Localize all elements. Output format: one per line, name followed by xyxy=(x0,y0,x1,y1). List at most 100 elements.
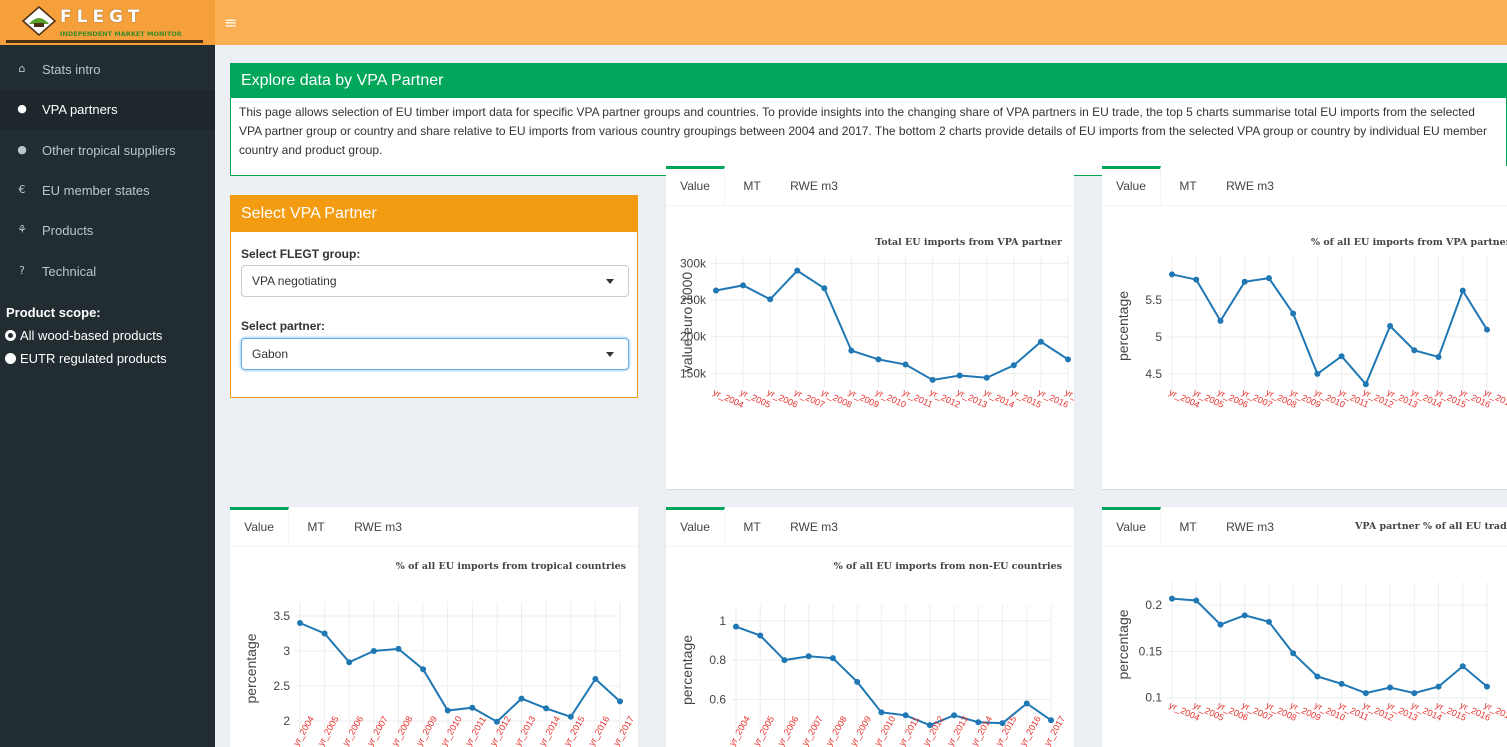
data-point xyxy=(854,678,861,685)
flegt-group-label: Select FLEGT group: xyxy=(241,247,361,261)
logo-subtitle: INDEPENDENT MARKET MONITOR xyxy=(60,30,182,38)
line-chart: 0.10.150.2percentageyr_2004yr_2005yr_200… xyxy=(1115,582,1507,723)
x-tick-label: yr_2008 xyxy=(824,714,849,747)
line-chart: 4.555.5percentageyr_2004yr_2005yr_2006yr… xyxy=(1115,256,1507,410)
product-scope-heading: Product scope: xyxy=(6,305,101,320)
data-point xyxy=(1484,326,1490,333)
y-axis-label: percentage xyxy=(243,633,259,703)
top-header: FLEGT INDEPENDENT MARKET MONITOR ≡ xyxy=(0,0,1507,45)
data-point xyxy=(956,372,963,379)
data-point xyxy=(757,632,764,639)
data-point xyxy=(1265,618,1272,625)
x-tick-label: yr_2006 xyxy=(776,714,801,747)
data-point xyxy=(983,374,990,381)
logo[interactable]: FLEGT INDEPENDENT MARKET MONITOR xyxy=(0,0,215,45)
sidebar-item-products[interactable]: ⚘ Products xyxy=(0,211,215,251)
x-tick-label: yr_2007 xyxy=(800,714,825,747)
x-tick-label: yr_2014 xyxy=(969,714,994,747)
data-point xyxy=(567,713,574,720)
y-tick-label: 2 xyxy=(283,714,290,728)
sidebar-item-label: Other tropical suppliers xyxy=(42,143,176,158)
radio-button-checked[interactable] xyxy=(5,330,16,341)
data-point xyxy=(929,376,936,383)
question-icon: ? xyxy=(19,264,25,277)
data-point xyxy=(1411,347,1418,354)
data-point xyxy=(767,296,774,303)
x-tick-label: yr_2011 xyxy=(463,715,488,747)
data-point xyxy=(1362,690,1369,697)
sidebar-item-label: Technical xyxy=(42,264,97,279)
y-tick-label: 0.1 xyxy=(1145,691,1162,705)
data-point xyxy=(592,676,599,682)
data-point xyxy=(1065,356,1071,363)
x-tick-label: yr_2016 xyxy=(586,714,611,747)
x-tick-label: yr_2013 xyxy=(945,714,970,747)
y-tick-label: 3.5 xyxy=(273,609,290,623)
sidebar-item-vpa-partners[interactable]: ● VPA partners xyxy=(0,90,215,130)
y-tick-label: 1 xyxy=(719,614,726,628)
data-point xyxy=(713,287,719,294)
data-point xyxy=(1241,278,1248,285)
x-tick-label: yr_2013 xyxy=(513,714,538,747)
data-point xyxy=(902,361,909,368)
hamburger-icon[interactable]: ≡ xyxy=(224,13,237,32)
x-tick-label: yr_2012 xyxy=(921,714,946,747)
flegt-group-select[interactable]: VPA negotiating xyxy=(241,265,629,297)
data-point xyxy=(370,648,377,654)
data-point xyxy=(781,657,788,664)
x-tick-label: yr_2010 xyxy=(439,714,464,747)
x-tick-label: yr_2017 xyxy=(1042,714,1067,747)
caret-down-icon xyxy=(606,279,614,284)
data-point xyxy=(346,659,353,666)
data-point xyxy=(1241,612,1248,619)
radio-button[interactable] xyxy=(5,353,16,364)
explore-box: Explore data by VPA Partner This page al… xyxy=(230,63,1507,176)
explore-description: This page allows selection of EU timber … xyxy=(239,105,1487,157)
data-point xyxy=(321,630,328,637)
y-tick-label: 2.5 xyxy=(273,679,290,693)
series-line xyxy=(735,625,1052,727)
data-point xyxy=(1411,690,1418,697)
data-point xyxy=(733,623,739,630)
data-point xyxy=(1387,684,1394,691)
y-tick-label: 4.5 xyxy=(1145,367,1162,381)
series-line xyxy=(1171,273,1488,387)
x-tick-label: yr_2008 xyxy=(390,714,415,747)
globe-icon: ● xyxy=(17,102,27,115)
x-tick-label: yr_2009 xyxy=(848,714,873,747)
data-point xyxy=(1314,673,1321,680)
x-tick-label: yr_2014 xyxy=(537,714,562,747)
data-point xyxy=(1037,338,1044,345)
radio-all-wood-products[interactable]: All wood-based products xyxy=(5,328,162,343)
radio-eutr-products[interactable]: EUTR regulated products xyxy=(5,351,167,366)
sidebar-item-other-tropical[interactable]: ● Other tropical suppliers xyxy=(0,131,215,171)
radio-label: All wood-based products xyxy=(20,328,163,343)
x-tick-label: yr_2006 xyxy=(340,714,365,747)
data-point xyxy=(805,653,812,660)
sidebar-item-label: EU member states xyxy=(42,183,150,198)
select-vpa-partner-box: Select VPA Partner Select FLEGT group: V… xyxy=(230,195,638,398)
y-tick-label: 0.2 xyxy=(1145,598,1162,612)
circle-icon: ● xyxy=(17,143,27,156)
data-point xyxy=(821,285,828,292)
logo-wordmark: FLEGT xyxy=(60,7,145,27)
chart-panel-total-imports: Value MT RWE m3 Total EU imports from VP… xyxy=(666,166,1074,489)
line-chart: 0.60.81percentageyr_2004 yr_2005 yr_2006 yr… xyxy=(679,605,1067,747)
x-tick-label: yr_2005 xyxy=(316,714,341,747)
y-tick-label: 0.8 xyxy=(709,653,726,667)
data-point xyxy=(1387,323,1394,329)
sidebar-item-label: Products xyxy=(42,223,94,238)
data-point xyxy=(794,267,801,274)
sidebar-item-technical[interactable]: ? Technical xyxy=(0,252,215,292)
sidebar-item-eu-member-states[interactable]: € EU member states xyxy=(0,171,215,211)
series-line xyxy=(299,622,621,723)
y-tick-label: 5 xyxy=(1155,330,1162,344)
sidebar-item-label: VPA partners xyxy=(42,102,118,117)
data-point xyxy=(1459,287,1466,294)
y-axis-label: percentage xyxy=(1115,291,1131,361)
partner-select[interactable]: Gabon xyxy=(241,338,629,370)
select-vpa-partner-title: Select VPA Partner xyxy=(231,196,637,232)
x-tick-label: yr_2015 xyxy=(994,714,1019,747)
y-axis-label: percentage xyxy=(679,635,695,705)
sidebar-item-stats-intro[interactable]: ⌂ Stats intro xyxy=(0,50,215,90)
